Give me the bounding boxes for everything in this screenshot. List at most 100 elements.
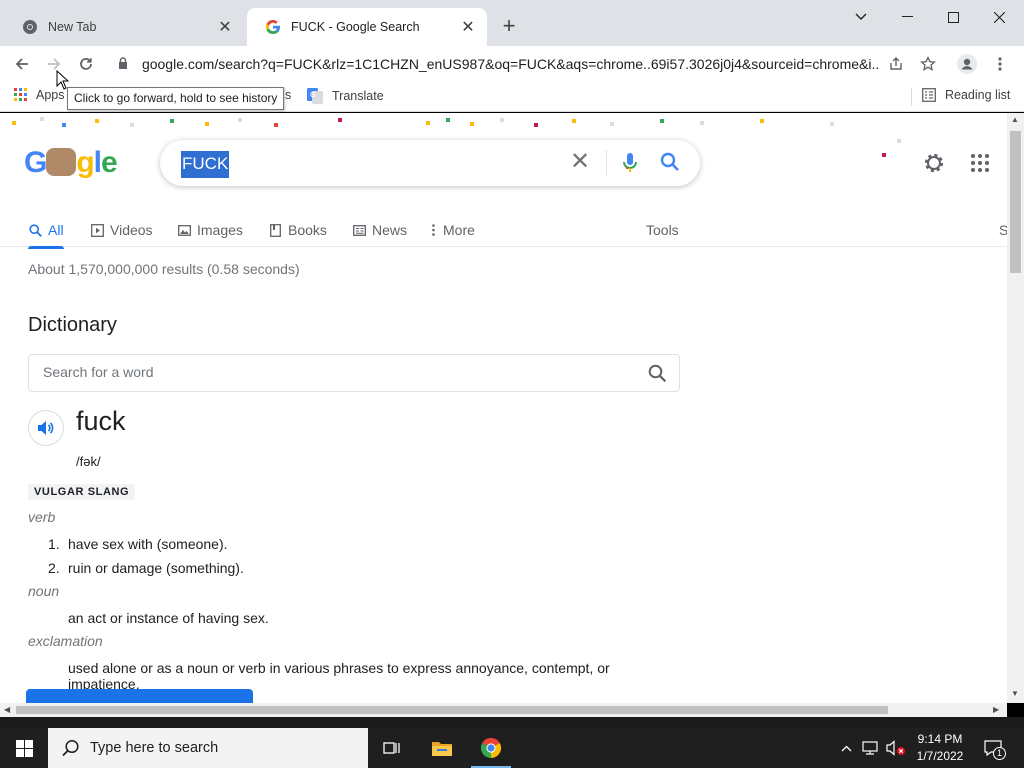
vertical-scroll-thumb[interactable] [1010, 131, 1021, 273]
show-hidden-icons-chevron[interactable] [836, 728, 856, 768]
searchbox-divider [606, 150, 607, 176]
window-close-button[interactable] [976, 0, 1022, 34]
tab-books[interactable]: Books [268, 216, 327, 244]
translations-button[interactable] [26, 689, 253, 703]
speaker-icon [37, 420, 55, 436]
folder-icon [431, 739, 453, 757]
bookmark-translate-label: Translate [332, 89, 384, 103]
voice-search-icon[interactable] [622, 152, 638, 177]
maximize-button[interactable] [930, 0, 976, 34]
google-doodle-logo[interactable]: Ggle [24, 146, 118, 180]
start-button[interactable] [0, 728, 48, 768]
address-bar[interactable]: google.com/search?q=FUCK&rlz=1C1CHZN_enU… [110, 49, 880, 79]
horizontal-scrollbar[interactable]: ◀ ▶ [0, 703, 1007, 717]
definition-text: ruin or damage (something). [68, 560, 244, 576]
desktop-strip [0, 717, 1024, 728]
vertical-scrollbar[interactable]: ▲ ▼ [1007, 113, 1024, 703]
tools-button[interactable]: Tools [646, 216, 679, 244]
search-submit-icon[interactable] [660, 152, 680, 175]
video-icon [90, 223, 104, 237]
profile-avatar-icon[interactable] [955, 52, 979, 76]
reading-list-icon [922, 88, 936, 102]
tab-images[interactable]: Images [177, 216, 243, 244]
dictionary-search-box[interactable] [28, 354, 680, 392]
windows-taskbar: Type here to search 9:14 PM 1/7/2022 1 [0, 728, 1024, 768]
part-of-speech-exclamation: exclamation [28, 633, 103, 649]
book-icon [268, 223, 282, 237]
reload-button[interactable] [74, 52, 98, 76]
tab-all-label: All [48, 222, 64, 238]
clear-search-icon[interactable]: ✕ [570, 150, 590, 174]
chrome-menu-icon[interactable] [988, 52, 1012, 76]
dictionary-search-input[interactable] [43, 364, 623, 380]
scroll-left-arrow-icon[interactable]: ◀ [4, 705, 10, 714]
safesearch-button[interactable]: S [999, 216, 1007, 244]
tab-close-icon[interactable]: ✕ [459, 18, 477, 36]
definition-text: an act or instance of having sex. [68, 610, 269, 626]
definition-number: 1. [48, 536, 60, 552]
forward-tooltip: Click to go forward, hold to see history [67, 87, 285, 110]
minimize-button[interactable] [884, 0, 930, 34]
settings-gear-icon[interactable] [922, 151, 946, 178]
notification-icon: 1 [984, 740, 1006, 760]
new-tab-button[interactable]: + [498, 15, 520, 38]
tab-all[interactable]: All [28, 216, 64, 249]
tab-more-label: More [443, 222, 475, 238]
scroll-down-arrow-icon[interactable]: ▼ [1011, 689, 1019, 698]
google-favicon-icon [265, 19, 281, 35]
search-type-tabs: All Videos Images Books News More Tools … [0, 213, 1007, 249]
google-apps-icon[interactable] [971, 154, 989, 175]
scroll-up-arrow-icon[interactable]: ▲ [1011, 115, 1019, 124]
search-box[interactable]: FUCK ✕ [160, 140, 700, 186]
notification-count-badge: 1 [993, 747, 1006, 760]
file-explorer-button[interactable] [418, 728, 466, 768]
phonetic-spelling: /fək/ [76, 454, 101, 469]
definition-text: used alone or as a noun or verb in vario… [68, 660, 610, 692]
chrome-icon [480, 737, 502, 759]
tab-title: New Tab [48, 20, 97, 34]
tab-new-tab[interactable]: New Tab ✕ [4, 8, 244, 46]
tab-videos[interactable]: Videos [90, 216, 153, 244]
tab-more[interactable]: More [429, 216, 475, 244]
reading-list-button[interactable]: Reading list [922, 88, 1010, 102]
bookmark-translate[interactable]: G Translate [307, 88, 384, 104]
bookmark-hidden-item[interactable]: s [285, 88, 291, 102]
bookmark-hidden-label: s [285, 88, 292, 102]
scroll-right-arrow-icon[interactable]: ▶ [993, 705, 999, 714]
dictionary-search-icon[interactable] [648, 364, 667, 386]
part-of-speech-noun: noun [28, 583, 60, 599]
volume-muted-icon[interactable] [884, 728, 908, 768]
dictionary-heading: Dictionary [28, 314, 117, 336]
search-query-text[interactable]: FUCK [181, 151, 230, 178]
tab-news[interactable]: News [352, 216, 407, 244]
tab-search-chevron-icon[interactable] [838, 0, 884, 34]
news-icon [352, 223, 366, 237]
definition-text: have sex with (someone). [68, 536, 228, 552]
taskbar-clock[interactable]: 9:14 PM 1/7/2022 [912, 731, 968, 765]
taskbar-search-box[interactable]: Type here to search [48, 728, 368, 768]
dictionary-word: fuck [76, 406, 126, 436]
taskbar-search-placeholder: Type here to search [90, 740, 219, 756]
horizontal-scroll-thumb[interactable] [16, 706, 888, 714]
pronunciation-speaker-button[interactable] [28, 410, 64, 446]
reading-list-label: Reading list [945, 88, 1011, 102]
bookmark-star-icon[interactable] [916, 52, 940, 76]
clock-time: 9:14 PM [917, 732, 963, 746]
task-view-icon [383, 740, 401, 756]
task-view-button[interactable] [368, 728, 416, 768]
chrome-taskbar-button[interactable] [467, 728, 515, 768]
definition-item: 2. ruin or damage (something). [48, 560, 244, 576]
result-stats: About 1,570,000,000 results (0.58 second… [28, 261, 300, 277]
tab-books-label: Books [288, 222, 327, 238]
tab-close-icon[interactable]: ✕ [216, 18, 234, 36]
tab-google-search[interactable]: FUCK - Google Search ✕ [247, 8, 487, 46]
definition-item: 1. have sex with (someone). [48, 536, 228, 552]
google-results-page: Ggle FUCK ✕ All Videos Images Books News… [0, 113, 1007, 703]
lock-icon[interactable] [118, 56, 134, 72]
share-icon[interactable] [884, 52, 908, 76]
action-center-button[interactable]: 1 [980, 728, 1006, 768]
tab-news-label: News [372, 222, 408, 238]
network-icon[interactable] [860, 728, 882, 768]
tab-title: FUCK - Google Search [291, 20, 420, 34]
back-button[interactable] [10, 52, 34, 76]
